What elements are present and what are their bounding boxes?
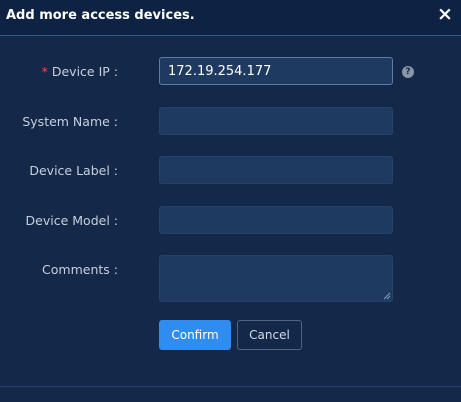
resize-grip-icon[interactable] [383,292,391,300]
device-model-label: Device Model : [25,213,118,228]
dialog-header: Add more access devices. × [0,0,461,36]
system-name-label: System Name : [22,114,118,129]
close-icon[interactable]: × [436,3,454,25]
device-ip-row: *Device IP : ? [0,57,461,87]
system-name-row: System Name : [0,107,461,137]
device-model-input[interactable] [159,206,393,234]
device-ip-input[interactable] [159,57,393,85]
device-label-label: Device Label : [29,163,118,178]
footer-divider [0,386,461,387]
help-icon[interactable]: ? [402,66,414,78]
device-ip-label-text: Device IP : [51,64,118,79]
dialog-title: Add more access devices. [6,8,195,23]
confirm-button[interactable]: Confirm [159,320,231,350]
device-ip-label: * Device IP : [42,64,118,79]
device-label-input[interactable] [159,156,393,184]
device-label-row: Device Label : [0,156,461,186]
comments-label: Comments : [42,262,118,277]
comments-textarea[interactable] [159,255,393,302]
device-model-row: Device Model : [0,206,461,236]
system-name-input[interactable] [159,107,393,135]
required-mark: * [41,64,48,79]
comments-row: Comments : [0,255,461,302]
add-device-dialog: Add more access devices. × * Device IP : … [0,0,461,402]
cancel-button[interactable]: Cancel [237,320,302,350]
